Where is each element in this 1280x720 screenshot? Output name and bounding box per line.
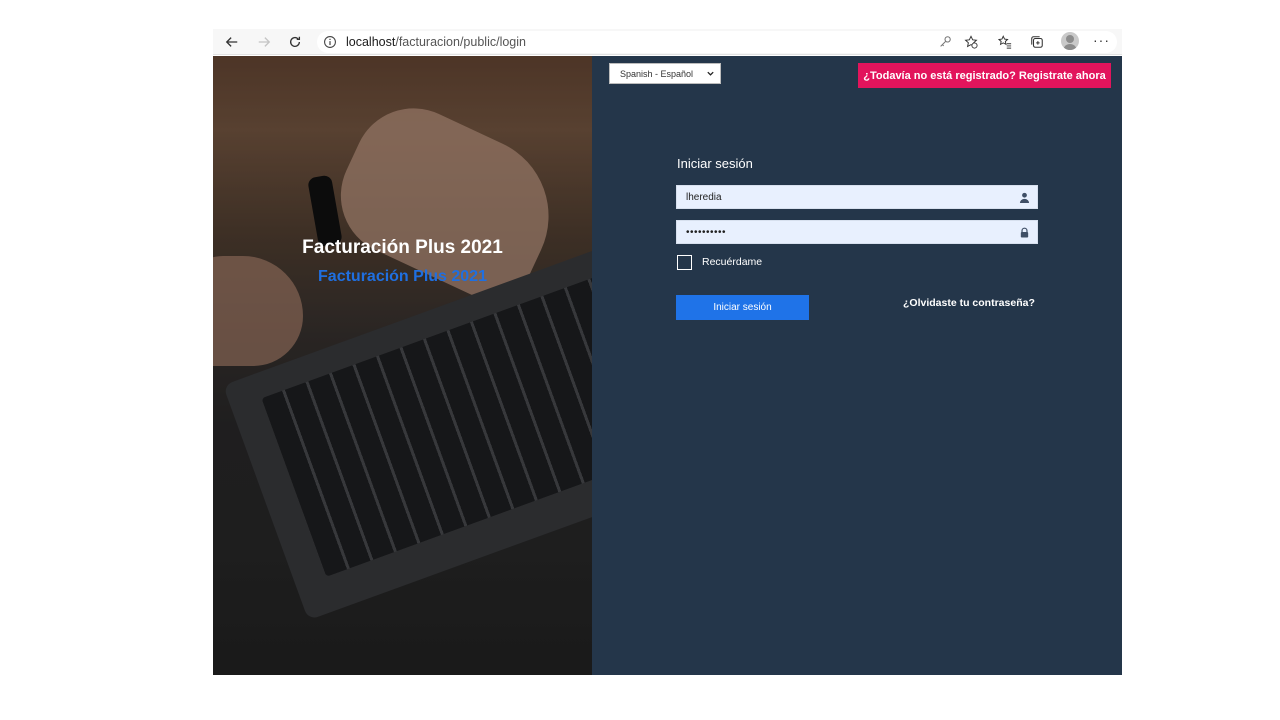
language-select[interactable]: Spanish - Español — [609, 63, 721, 84]
key-icon[interactable] — [936, 33, 954, 51]
hero-title: Facturación Plus 2021 — [302, 237, 503, 258]
remember-label[interactable]: Recuérdame — [702, 256, 762, 268]
browser-toolbar: localhost/facturacion/public/login ··· — [213, 29, 1122, 55]
login-panel: Spanish - Español ¿Todavía no está regis… — [592, 56, 1122, 675]
forward-icon[interactable] — [251, 29, 277, 55]
username-value: lheredia — [686, 191, 722, 203]
username-input[interactable]: lheredia — [676, 185, 1038, 209]
chevron-down-icon — [707, 71, 714, 76]
register-button[interactable]: ¿Todavía no está registrado? Registrate … — [858, 63, 1111, 88]
remember-checkbox[interactable] — [677, 255, 692, 270]
url-path: /facturacion/public/login — [395, 35, 526, 49]
more-icon[interactable]: ··· — [1093, 33, 1110, 47]
url-text: localhost/facturacion/public/login — [346, 35, 526, 49]
user-icon — [1019, 192, 1030, 203]
page-content: Facturación Plus 2021 Facturación Plus 2… — [213, 56, 1122, 675]
hero-image: Facturación Plus 2021 Facturación Plus 2… — [213, 56, 592, 675]
login-title: Iniciar sesión — [677, 156, 753, 171]
favorites-icon[interactable] — [996, 33, 1014, 51]
password-input[interactable]: •••••••••• — [676, 220, 1038, 244]
url-host: localhost — [346, 35, 396, 49]
login-button[interactable]: Iniciar sesión — [676, 295, 809, 320]
reload-icon[interactable] — [282, 29, 308, 55]
info-icon[interactable] — [323, 35, 337, 49]
lock-icon — [1020, 227, 1029, 238]
back-icon[interactable] — [219, 29, 245, 55]
favorite-add-icon[interactable] — [962, 33, 980, 51]
profile-icon[interactable] — [1061, 32, 1079, 50]
password-value: •••••••••• — [686, 226, 727, 238]
collections-icon[interactable] — [1028, 33, 1046, 51]
hero-subtitle: Facturación Plus 2021 — [318, 268, 487, 285]
forgot-password-link[interactable]: ¿Olvidaste tu contraseña? — [903, 297, 1035, 309]
browser-window: localhost/facturacion/public/login ··· F… — [213, 29, 1122, 675]
language-selected: Spanish - Español — [620, 68, 694, 79]
